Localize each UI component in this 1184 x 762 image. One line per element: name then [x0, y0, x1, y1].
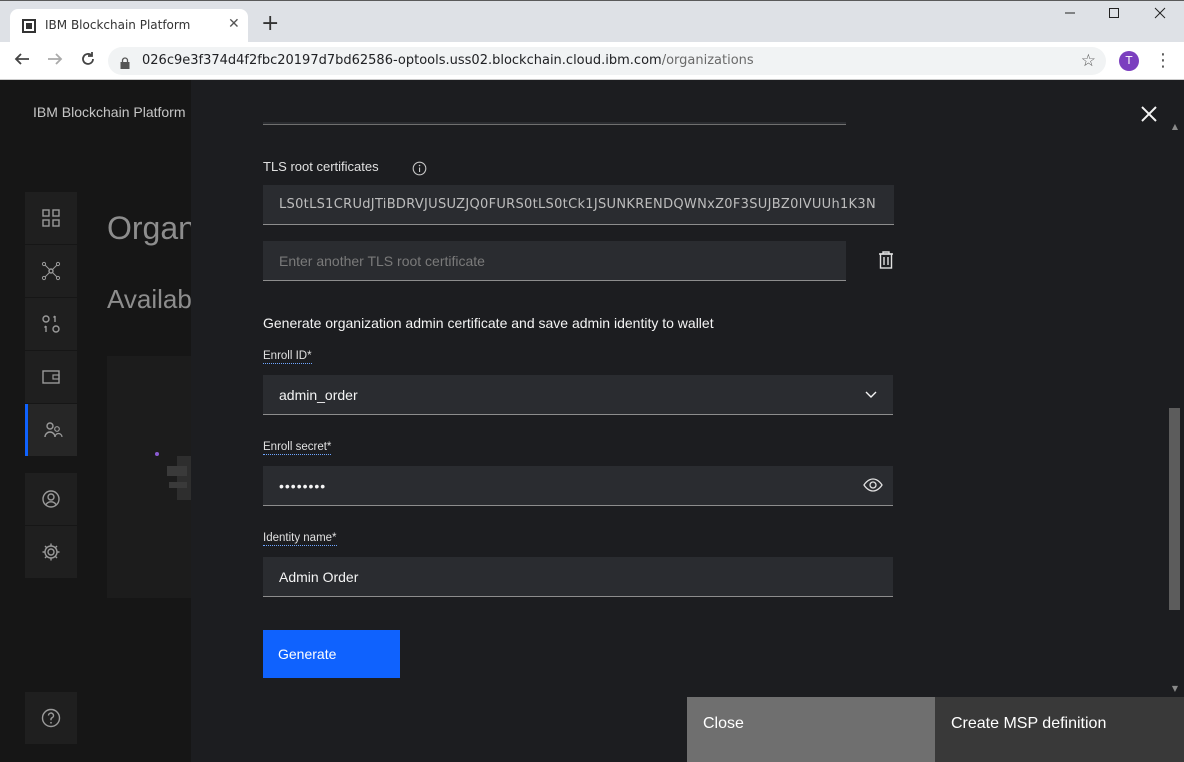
reload-icon[interactable] — [78, 50, 98, 70]
users-icon — [43, 422, 63, 438]
tls-root-cert-input[interactable]: Enter another TLS root certificate — [263, 241, 846, 281]
enroll-secret-label: Enroll secret* — [263, 441, 332, 455]
new-tab-button[interactable]: + — [261, 13, 279, 35]
sidebar-item-organizations[interactable] — [25, 404, 77, 456]
tab-close-icon[interactable]: ✕ — [228, 17, 240, 31]
empty-state-tile — [107, 356, 195, 598]
info-icon[interactable] — [412, 161, 427, 176]
page-title: Organ — [107, 210, 196, 246]
browser-tab[interactable]: IBM Blockchain Platform ✕ — [10, 9, 248, 43]
enroll-id-dropdown[interactable]: admin_order — [263, 375, 893, 415]
browser-tab-bar: IBM Blockchain Platform ✕ + — [0, 0, 1184, 43]
close-panel-icon[interactable] — [1138, 103, 1160, 125]
ibm-favicon-icon — [22, 19, 36, 33]
back-icon[interactable] — [12, 50, 32, 70]
create-msp-definition-button[interactable]: Create MSP definition — [935, 697, 1184, 762]
enroll-id-label: Enroll ID* — [263, 350, 312, 364]
identity-name-label: Identity name* — [263, 532, 337, 546]
minimize-icon[interactable] — [1048, 7, 1092, 29]
network-icon — [41, 261, 61, 281]
scroll-up-icon[interactable]: ▲ — [1170, 122, 1180, 132]
lock-icon — [120, 54, 130, 69]
maximize-icon[interactable] — [1092, 7, 1136, 29]
chevron-down-icon — [865, 387, 877, 403]
sidebar — [25, 192, 77, 579]
tls-root-cert-label: TLS root certificates — [263, 159, 379, 174]
wallet-icon — [42, 370, 60, 384]
previous-field-bottom — [263, 122, 846, 125]
identity-name-input[interactable]: Admin Order — [263, 557, 893, 597]
user-avatar-icon — [42, 490, 60, 508]
window-close-icon[interactable] — [1138, 7, 1182, 29]
help-button[interactable] — [25, 692, 77, 744]
sidebar-item-smart-contracts[interactable] — [25, 298, 77, 350]
kebab-menu-icon[interactable]: ⋮ — [1154, 50, 1172, 71]
url-text: 026c9e3f374d4f2fbc20197d7bd62586-optools… — [142, 53, 754, 68]
star-icon[interactable]: ☆ — [1081, 51, 1096, 71]
generate-button[interactable]: Generate — [263, 630, 400, 678]
binary-icon — [42, 315, 60, 333]
address-bar[interactable]: 026c9e3f374d4f2fbc20197d7bd62586-optools… — [108, 47, 1106, 75]
tls-root-cert-placeholder: Enter another TLS root certificate — [279, 252, 485, 269]
trash-icon[interactable] — [877, 250, 895, 270]
section-title: Availab — [107, 284, 192, 314]
close-button[interactable]: Close — [687, 697, 935, 762]
profile-avatar[interactable]: T — [1119, 51, 1139, 71]
sidebar-item-users[interactable] — [25, 473, 77, 525]
empty-state-illustration — [155, 452, 195, 500]
grid-icon — [42, 209, 60, 227]
sidebar-item-settings[interactable] — [25, 526, 77, 578]
enroll-id-value: admin_order — [279, 386, 358, 403]
generate-cert-heading: Generate organization admin certificate … — [263, 315, 714, 331]
help-icon — [41, 708, 61, 728]
forward-icon[interactable] — [45, 50, 65, 70]
enroll-secret-input[interactable]: •••••••• — [263, 466, 893, 506]
tab-title: IBM Blockchain Platform — [45, 18, 191, 32]
sidebar-item-channels[interactable] — [25, 245, 77, 297]
scroll-down-icon[interactable]: ▼ — [1170, 684, 1180, 694]
eye-icon[interactable] — [863, 477, 883, 496]
enroll-secret-value: •••••••• — [279, 477, 327, 494]
tls-root-cert-value: LS0tLS1CRUdJTiBDRVJUSUZJQ0FURS0tLS0tCk1J… — [279, 197, 876, 212]
sidebar-item-nodes[interactable] — [25, 192, 77, 244]
tls-root-cert-field[interactable]: LS0tLS1CRUdJTiBDRVJUSUZJQ0FURS0tLS0tCk1J… — [263, 185, 894, 225]
scrollbar-thumb[interactable] — [1169, 408, 1180, 610]
browser-toolbar: 026c9e3f374d4f2fbc20197d7bd62586-optools… — [0, 42, 1184, 80]
app-title: IBM Blockchain Platform — [33, 104, 186, 120]
identity-name-value: Admin Order — [279, 568, 359, 585]
sidebar-item-wallet[interactable] — [25, 351, 77, 403]
gear-icon — [42, 543, 60, 561]
